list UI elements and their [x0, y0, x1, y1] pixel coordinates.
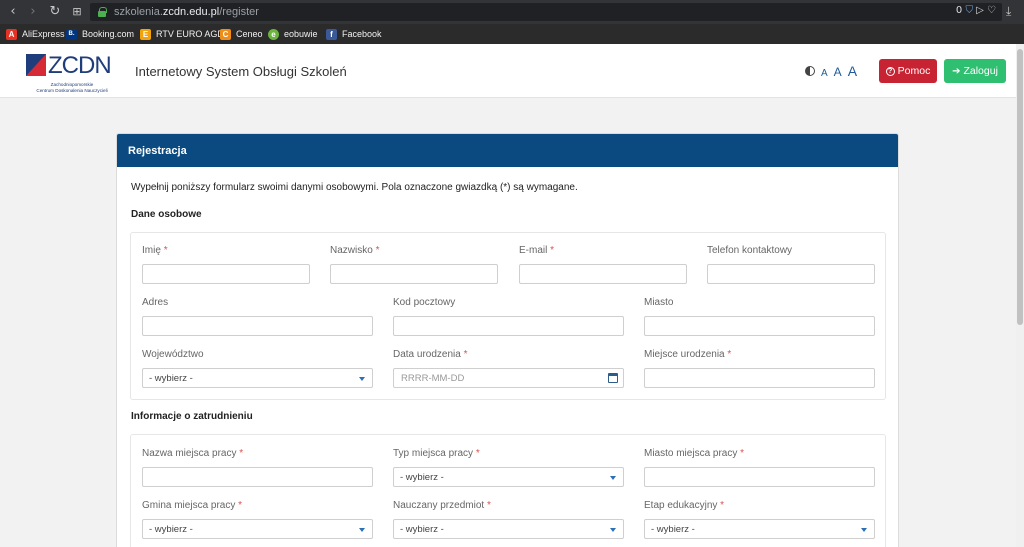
login-button[interactable]: ➔ Zaloguj [944, 59, 1006, 83]
last-name-input[interactable] [330, 264, 498, 284]
grid-icon[interactable]: ⊞ [68, 3, 86, 21]
contrast-icon[interactable] [805, 66, 815, 76]
phone-input[interactable] [707, 264, 875, 284]
personal-data-panel: Imię * Nazwisko * E-mail * Telefon konta… [130, 232, 886, 400]
form-intro-text: Wypełnij poniższy formularz swoimi danym… [131, 182, 578, 193]
city-label: Miasto [644, 297, 674, 308]
chevron-down-icon [610, 476, 616, 480]
workplace-city-label: Miasto miejsca pracy * [644, 448, 745, 459]
birth-place-label: Miejsce urodzenia * [644, 349, 732, 360]
scrollbar-thumb[interactable] [1017, 49, 1023, 325]
badge-count: 0 [955, 5, 963, 16]
sign-in-icon: ➔ [952, 65, 961, 77]
birth-date-placeholder: RRRR-MM-DD [401, 373, 465, 384]
education-stage-select[interactable]: - wybierz - [644, 519, 875, 539]
bookmark-booking[interactable]: B. Booking.com [66, 27, 134, 41]
phone-label: Telefon kontaktowy [707, 245, 793, 256]
site-title: Internetowy System Obsługi Szkoleń [135, 64, 347, 79]
logo-text: ZCDN [48, 52, 112, 79]
bookmark-eobuwie[interactable]: e eobuwie [268, 27, 318, 41]
chevron-down-icon [359, 377, 365, 381]
lock-icon [98, 7, 107, 17]
workplace-type-select[interactable]: - wybierz - [393, 467, 624, 487]
rtv-euro-agd-icon: E [140, 28, 151, 40]
logo-subtitle: Zachodniopomorskie Centrum Doskonalenia N… [36, 82, 108, 93]
chevron-down-icon [861, 528, 867, 532]
voivodeship-label: Województwo [142, 349, 204, 360]
calendar-icon[interactable] [608, 373, 618, 383]
eobuwie-icon: e [268, 28, 279, 40]
address-input[interactable] [142, 316, 373, 336]
help-button[interactable]: ? Pomoc [879, 59, 937, 83]
section-title-personal: Dane osobowe [131, 209, 202, 220]
workplace-municipality-select[interactable]: - wybierz - [142, 519, 373, 539]
subject-select[interactable]: - wybierz - [393, 519, 624, 539]
bookmark-aliexpress[interactable]: A AliExpress [6, 27, 65, 41]
workplace-name-label: Nazwa miejsca pracy * [142, 448, 244, 459]
bookmark-rtv-euro-agd[interactable]: E RTV EURO AGD [140, 27, 224, 41]
workplace-name-input[interactable] [142, 467, 373, 487]
section-title-employment: Informacje o zatrudnieniu [131, 411, 253, 422]
zcdn-logo[interactable]: ZCDN Zachodniopomorskie Centrum Doskonale… [24, 52, 120, 93]
city-input[interactable] [644, 316, 875, 336]
education-stage-label: Etap edukacyjny * [644, 500, 725, 511]
browser-chrome: ‹ › ↻ ⊞ szkolenia.zcdn.edu.pl/register 0… [0, 0, 1024, 44]
url-text: szkolenia.zcdn.edu.pl/register [114, 6, 259, 18]
birth-date-input[interactable]: RRRR-MM-DD [393, 368, 624, 388]
birth-date-label: Data urodzenia * [393, 349, 468, 360]
back-icon[interactable]: ‹ [4, 3, 22, 21]
first-name-label: Imię * [142, 245, 168, 256]
card-title: Rejestracja [117, 134, 898, 167]
workplace-type-label: Typ miejsca pracy * [393, 448, 480, 459]
last-name-label: Nazwisko * [330, 245, 380, 256]
font-size-large-button[interactable]: A [848, 63, 857, 79]
birth-place-input[interactable] [644, 368, 875, 388]
question-circle-icon: ? [885, 66, 895, 76]
chevron-down-icon [359, 528, 365, 532]
first-name-input[interactable] [142, 264, 310, 284]
address-row: ‹ › ↻ ⊞ szkolenia.zcdn.edu.pl/register 0… [0, 0, 1024, 24]
accessibility-controls: A A A [805, 63, 857, 79]
workplace-municipality-label: Gmina miejsca pracy * [142, 500, 243, 511]
send-icon[interactable]: ▷ [976, 5, 984, 16]
logo-mark-icon [26, 54, 46, 76]
forward-icon[interactable]: › [24, 3, 42, 21]
bookmarks-bar: A AliExpress B. Booking.com E RTV EURO AGD … [0, 24, 1024, 44]
facebook-icon: f [326, 28, 337, 40]
postal-code-input[interactable] [393, 316, 624, 336]
shield-icon[interactable]: ⛉ [965, 5, 973, 16]
voivodeship-select[interactable]: - wybierz - [142, 368, 373, 388]
chevron-down-icon [610, 528, 616, 532]
email-label: E-mail * [519, 245, 555, 256]
registration-card: Rejestracja Wypełnij poniższy formularz … [116, 133, 899, 547]
subject-label: Nauczany przedmiot * [393, 500, 491, 511]
url-bar[interactable]: szkolenia.zcdn.edu.pl/register 0 ⛉ ▷ ♡ [90, 3, 1002, 21]
page-scrollbar[interactable] [1016, 44, 1024, 547]
postal-code-label: Kod pocztowy [393, 297, 456, 308]
download-icon[interactable]: ⤓ [1006, 4, 1011, 19]
app-header: ZCDN Zachodniopomorskie Centrum Doskonale… [0, 44, 1024, 98]
font-size-medium-button[interactable]: A [834, 65, 842, 79]
ceneo-icon: C [220, 28, 231, 40]
aliexpress-icon: A [6, 28, 17, 40]
email-input[interactable] [519, 264, 687, 284]
workplace-city-input[interactable] [644, 467, 875, 487]
employment-panel: Nazwa miejsca pracy * Typ miejsca pracy … [130, 434, 886, 547]
font-size-small-button[interactable]: A [821, 68, 828, 79]
heart-icon[interactable]: ♡ [987, 5, 996, 16]
bookmark-ceneo[interactable]: C Ceneo [220, 27, 263, 41]
url-right-icons: 0 ⛉ ▷ ♡ [956, 5, 996, 16]
booking-icon: B. [66, 28, 77, 40]
reload-icon[interactable]: ↻ [46, 3, 64, 21]
bookmark-facebook[interactable]: f Facebook [326, 27, 382, 41]
address-label: Adres [142, 297, 169, 308]
